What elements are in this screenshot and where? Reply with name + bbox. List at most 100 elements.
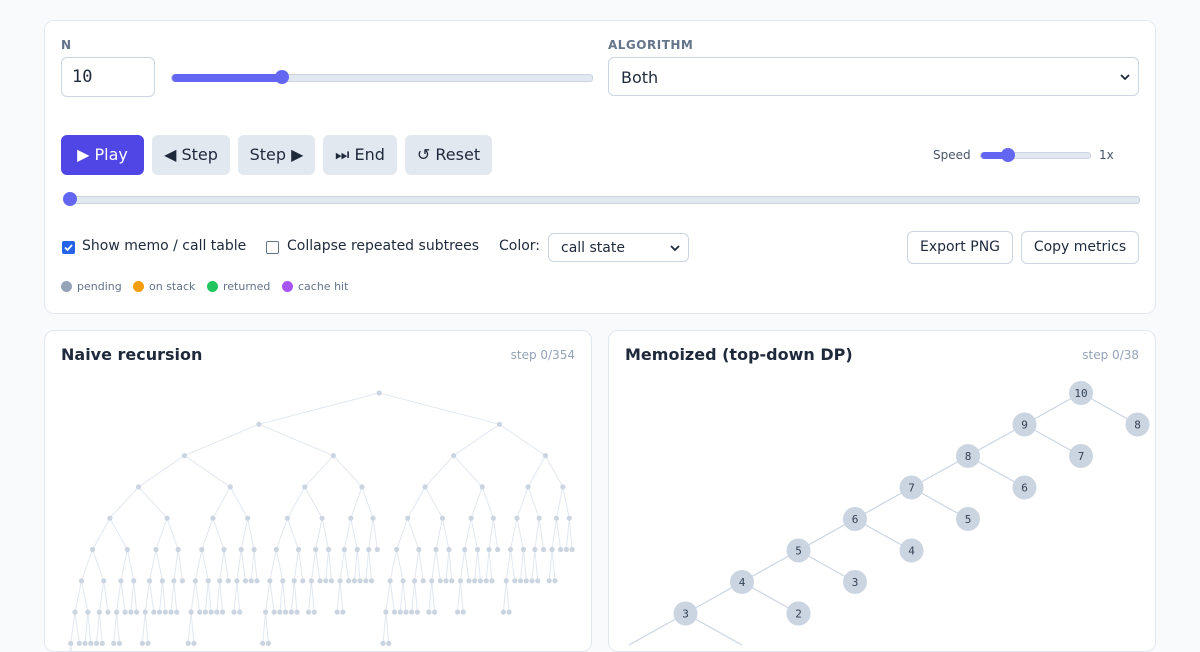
tree-edge	[562, 486, 570, 519]
tree-node	[271, 609, 277, 615]
tree-node	[231, 609, 237, 615]
tree-node	[512, 578, 518, 584]
end-button[interactable]: ⏭ End	[323, 135, 397, 175]
tree-edge	[253, 549, 258, 581]
step-forward-button[interactable]: Step ▶	[238, 135, 315, 175]
tree-node	[359, 484, 365, 490]
tree-node	[380, 640, 386, 646]
tree-node	[451, 453, 457, 459]
tree-edge	[187, 612, 192, 644]
tree-edge	[155, 518, 168, 550]
timeline-thumb[interactable]	[63, 192, 77, 206]
tree-edge	[116, 612, 120, 644]
legend-dot	[282, 281, 293, 292]
tree-edge	[396, 518, 409, 550]
play-button[interactable]: ▶ Play	[61, 135, 144, 175]
tree-edge	[109, 486, 139, 519]
tree-node	[536, 515, 542, 521]
tree-edge	[453, 423, 500, 457]
tree-node	[420, 578, 426, 584]
tree-node	[291, 578, 297, 584]
tree-edge	[173, 549, 179, 581]
tree-node: 8	[1125, 412, 1150, 437]
tree-node	[124, 546, 130, 553]
tree-node: 5	[786, 538, 811, 563]
tree-node	[363, 578, 369, 584]
tree-node	[305, 609, 312, 615]
tree-edge	[120, 580, 126, 613]
tree-edge	[477, 549, 481, 581]
tree-edge	[293, 580, 298, 613]
tree-edge	[149, 549, 157, 581]
tree-edge	[389, 549, 398, 581]
tree-edge	[219, 580, 224, 613]
tree-node	[348, 515, 354, 521]
color-select[interactable]: call state	[548, 233, 689, 262]
speed-slider[interactable]	[980, 148, 1091, 162]
tree-node-label: 5	[795, 545, 802, 558]
tree-node	[403, 609, 409, 615]
tree-node	[219, 609, 226, 615]
algorithm-select[interactable]: Both	[608, 57, 1139, 96]
tree-node	[354, 546, 360, 553]
export-png-button[interactable]: Export PNG	[907, 231, 1013, 264]
tree-edge	[343, 549, 350, 581]
tree-edge	[555, 518, 562, 550]
tree-node	[346, 578, 352, 584]
tree-edge	[159, 580, 163, 613]
reset-button[interactable]: ↺ Reset	[405, 135, 492, 175]
tree-node: 4	[899, 538, 924, 563]
tree-edge	[336, 580, 341, 613]
step-back-button[interactable]: ◀ Step	[152, 135, 230, 175]
tree-node-label: 6	[1021, 482, 1028, 495]
tree-edge	[538, 518, 544, 550]
tree-node	[558, 546, 564, 553]
collapse-checkbox[interactable]	[266, 241, 279, 254]
tree-edge	[133, 580, 138, 613]
tree-node	[376, 390, 382, 396]
tree-edge	[204, 580, 209, 613]
tree-edge	[262, 612, 267, 644]
tree-edge	[481, 486, 494, 519]
tree-edge	[304, 455, 334, 488]
tree-node: 5	[956, 507, 980, 531]
n-input[interactable]: 10	[61, 57, 155, 97]
tree-node	[503, 578, 509, 584]
tree-node	[188, 609, 194, 615]
tree-edge	[258, 423, 334, 457]
tree-node	[486, 546, 492, 553]
algorithm-value: Both	[621, 68, 659, 87]
chevron-down-icon	[1120, 74, 1130, 81]
speed-slider-thumb[interactable]	[1000, 148, 1015, 162]
tree-node: 2	[786, 601, 811, 626]
tree-edge	[459, 580, 464, 613]
tree-node-label: 5	[965, 513, 972, 526]
n-slider-thumb[interactable]	[274, 70, 289, 84]
check-icon	[64, 244, 73, 252]
tree-node	[210, 515, 216, 521]
tree-edge	[510, 549, 516, 581]
tree-edge	[184, 455, 231, 488]
tree-edge	[474, 549, 479, 581]
tree-edge	[385, 580, 391, 613]
tree-edge	[343, 518, 352, 550]
tree-edge	[488, 549, 493, 581]
timeline-slider[interactable]	[63, 192, 1140, 206]
tree-edge	[339, 580, 344, 613]
tree-edge	[74, 612, 80, 644]
tree-edge	[98, 612, 103, 644]
tree-edge	[448, 549, 453, 581]
tree-edge	[555, 486, 564, 519]
tree-node	[357, 578, 363, 584]
show-memo-checkbox[interactable]	[62, 241, 75, 254]
tree-node	[535, 578, 541, 584]
tree-node	[374, 546, 380, 553]
tree-edge	[113, 612, 118, 644]
tree-edge	[516, 518, 524, 550]
copy-metrics-button[interactable]: Copy metrics	[1021, 231, 1139, 264]
legend-label: pending	[77, 280, 122, 293]
naive-panel: Naive recursion step 0/354	[44, 330, 592, 652]
tree-node-label: 8	[1134, 419, 1141, 432]
tree-node	[284, 515, 291, 521]
n-slider[interactable]	[171, 70, 593, 84]
